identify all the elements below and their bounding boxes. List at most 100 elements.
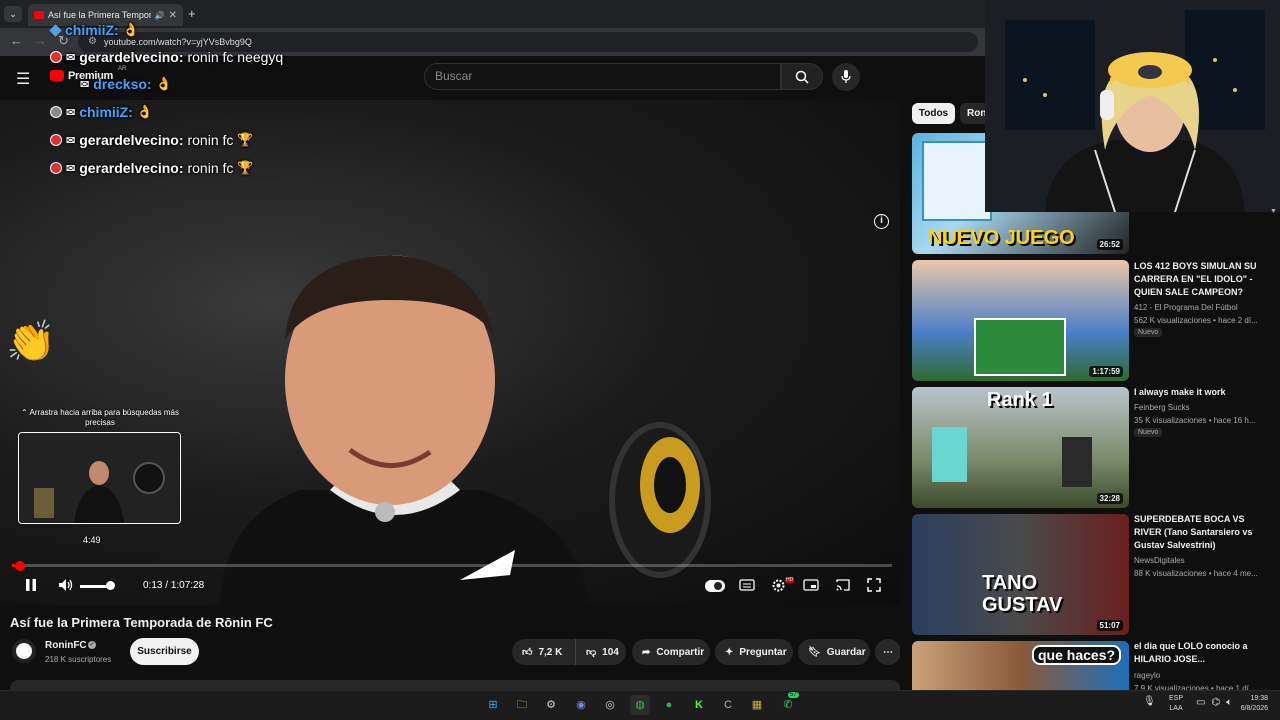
scrub-hint: ⌃ Arrastra hacia arriba para búsquedas m… xyxy=(21,408,179,427)
chat-user: gerardelvecino: xyxy=(79,49,184,65)
youtube-logo-icon[interactable] xyxy=(50,70,64,81)
recommended-title[interactable]: I always make it work xyxy=(1134,386,1274,399)
spotify-icon[interactable]: ● xyxy=(659,695,679,715)
screen-icon[interactable]: ▭ xyxy=(1196,697,1205,708)
hd-badge: HD xyxy=(785,577,795,583)
miniplayer-button[interactable] xyxy=(803,578,819,595)
mail-icon: ✉ xyxy=(66,51,76,64)
progress-scrubber[interactable] xyxy=(15,561,25,571)
badge-icon xyxy=(50,51,62,63)
back-icon[interactable]: ← xyxy=(10,33,23,48)
recommended-channel[interactable]: Feinberg Sucks xyxy=(1134,401,1274,414)
description-box[interactable] xyxy=(10,680,900,690)
recommended-meta: 88 K visualizaciones • hace 4 me... xyxy=(1134,569,1258,578)
recommended-channel[interactable]: rageylo xyxy=(1134,669,1274,682)
settings-button[interactable] xyxy=(771,578,786,596)
channel-name[interactable]: RoninFC xyxy=(45,640,87,651)
new-tab-icon[interactable]: + xyxy=(188,6,196,21)
microphone-icon xyxy=(841,70,851,83)
app-icon[interactable]: C xyxy=(718,695,738,715)
cast-button[interactable] xyxy=(835,578,851,595)
recommended-thumbnail[interactable]: que haces? xyxy=(912,641,1129,690)
mute-button[interactable] xyxy=(58,578,74,595)
chat-emote: 👌 xyxy=(155,76,172,91)
chat-user: chimiiZ: xyxy=(65,22,119,38)
kick-icon[interactable]: K xyxy=(689,695,709,715)
recommended-title[interactable]: el dia que LOLO conocio a HILARIO JOSE..… xyxy=(1134,640,1274,666)
recommended-meta: 35 K visualizaciones • hace 16 h... xyxy=(1134,416,1256,425)
mic-tray-icon[interactable]: 🎙︎ xyxy=(1143,696,1156,707)
system-tray[interactable]: 🎙︎ xyxy=(1143,696,1156,707)
minecraft-icon[interactable]: ▦ xyxy=(747,695,767,715)
subtitles-icon xyxy=(739,579,755,591)
recommended-channel[interactable]: 412 - El Programa Del Fútbol xyxy=(1134,301,1274,314)
more-actions-button[interactable]: ⋯ xyxy=(875,639,901,665)
video-duration: 26:52 xyxy=(1096,239,1123,250)
ask-button[interactable]: ✦ Preguntar xyxy=(715,639,793,665)
recommended-meta: 7,9 K visualizaciones • hace 1 dí... xyxy=(1134,684,1256,690)
volume-knob[interactable] xyxy=(105,581,115,590)
obs-icon[interactable]: ◎ xyxy=(600,695,620,715)
voice-search-button[interactable] xyxy=(832,63,860,91)
fullscreen-button[interactable] xyxy=(867,578,881,595)
recommended-title[interactable]: SUPERDEBATE BOCA VS RIVER (Tano Santarsi… xyxy=(1134,513,1274,552)
thumbs-down-icon: 👎︎ xyxy=(586,647,597,658)
chat-message: ✉ gerardelvecino: ronin fc 🏆 xyxy=(50,160,254,176)
close-tab-icon[interactable]: ✕ xyxy=(169,10,177,21)
country-code: AR xyxy=(118,66,127,72)
subtitles-button[interactable] xyxy=(739,578,755,595)
chat-message: ✉ gerardelvecino: ronin fc 🏆 xyxy=(50,132,254,148)
like-button[interactable]: 👍︎ 7,2 K xyxy=(512,639,575,665)
menu-icon[interactable]: ☰ xyxy=(16,69,30,89)
recommended-thumbnail[interactable]: 1:17:59 xyxy=(912,260,1129,381)
scroll-down-icon[interactable]: ▼ xyxy=(1270,208,1277,215)
search-button[interactable] xyxy=(781,63,823,90)
sparkle-icon: ✦ xyxy=(725,646,734,658)
search-input[interactable]: Buscar xyxy=(424,63,781,90)
save-button[interactable]: 🔖︎ Guardar xyxy=(798,639,870,665)
miniplayer-icon xyxy=(803,579,819,591)
webcam-overlay xyxy=(985,0,1280,212)
current-time: 0:13 xyxy=(143,580,163,591)
discord-icon[interactable]: ◉ xyxy=(571,695,591,715)
recommended-title[interactable]: LOS 412 BOYS SIMULAN SU CARRERA EN "EL I… xyxy=(1134,260,1274,299)
chat-user: gerardelvecino: xyxy=(79,160,184,176)
file-explorer-icon[interactable]: 🗀 xyxy=(512,695,532,715)
recommended-channel[interactable]: NewsDigitales xyxy=(1134,554,1274,567)
start-icon[interactable]: ⊞ xyxy=(483,695,503,715)
steam-icon[interactable]: ⚙ xyxy=(541,695,561,715)
info-icon[interactable]: i xyxy=(874,214,889,229)
chat-emote: 👌 xyxy=(122,22,139,37)
progress-bar[interactable] xyxy=(12,564,892,567)
share-button[interactable]: ➦ Compartir xyxy=(632,639,710,665)
network-icon[interactable]: ⌬ xyxy=(1211,697,1220,708)
pause-icon xyxy=(26,579,36,591)
subscribe-button[interactable]: Suscribirse xyxy=(130,638,199,665)
whatsapp-icon[interactable]: ✆ xyxy=(778,695,798,715)
language-indicator[interactable]: ESP LAA xyxy=(1169,694,1183,714)
thumbs-up-icon: 👍︎ xyxy=(522,647,533,658)
clock[interactable]: 19:38 6/8/2026 xyxy=(1230,694,1268,714)
gear-icon xyxy=(772,579,785,592)
search-icon xyxy=(795,70,809,84)
clock-time: 19:38 xyxy=(1250,695,1268,702)
autoplay-toggle[interactable] xyxy=(705,580,725,592)
pause-button[interactable] xyxy=(25,578,37,595)
badge-icon xyxy=(50,106,62,118)
tab-search-icon[interactable]: ⌄ xyxy=(4,6,22,22)
chat-user: chimiiZ: xyxy=(79,104,133,120)
chip-all[interactable]: Todos xyxy=(912,103,955,124)
video-title: Así fue la Primera Temporada de Rōnin FC xyxy=(10,615,273,630)
dislike-button[interactable]: 👎︎ 104 xyxy=(575,639,626,665)
trophy-wheel-figure xyxy=(609,422,711,578)
subscriber-count: 218 K suscriptores xyxy=(45,655,112,664)
recommended-thumbnail[interactable]: Rank 1 32:28 xyxy=(912,387,1129,508)
tray-icons[interactable]: ▭ ⌬ 🔈︎ xyxy=(1196,697,1232,708)
recommended-thumbnail[interactable]: TANO GUSTAV 51:07 xyxy=(912,514,1129,635)
channel-avatar[interactable] xyxy=(12,639,36,663)
audio-icon[interactable]: 🔊 xyxy=(155,11,165,20)
chat-message: ✉ chimiiZ: 👌 xyxy=(50,104,153,120)
chrome-icon[interactable]: ◍ xyxy=(630,695,650,715)
preview-figure xyxy=(19,433,179,523)
forward-icon[interactable]: → xyxy=(34,33,47,48)
